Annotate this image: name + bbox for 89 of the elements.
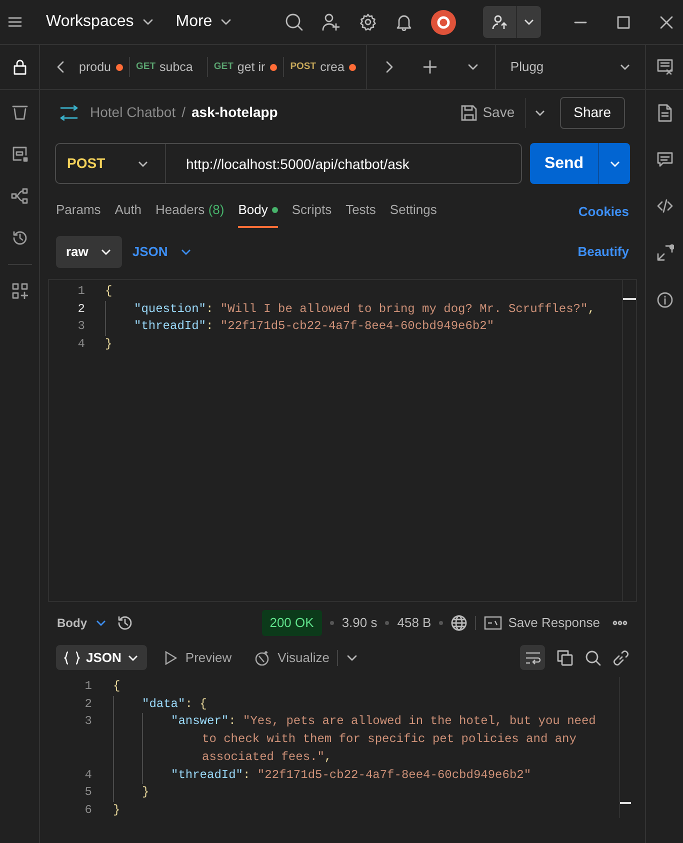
bell-icon[interactable] xyxy=(396,13,412,31)
wrap-lines-icon xyxy=(524,650,540,664)
code-line: { xyxy=(113,678,122,695)
add-widget-icon[interactable] xyxy=(12,283,28,299)
language-dropdown[interactable]: JSON xyxy=(132,242,192,262)
format-dropdown[interactable]: JSON xyxy=(56,645,148,670)
line-number: 1 xyxy=(76,283,85,300)
info-icon[interactable] xyxy=(656,292,672,308)
menu-icon[interactable] xyxy=(8,16,22,28)
code-line: } xyxy=(105,336,114,354)
code-line: } xyxy=(142,784,150,802)
document-icon[interactable] xyxy=(658,104,672,122)
request-tab[interactable]: Settings xyxy=(390,200,437,228)
menu-button[interactable]: More xyxy=(176,10,232,34)
code-editor[interactable]: 1 { 2 "question": "Will I be allowed to bring my dog? Mr. Scruffles?", 3 "threadId": "22f171d5-cb22-4a7f-8ee4-60cbd949e6b2" 4 } xyxy=(48,279,637,602)
flow-icon[interactable] xyxy=(10,188,28,204)
beautify-link[interactable]: Beautify xyxy=(578,242,629,262)
braces-icon xyxy=(64,650,80,664)
collection-link[interactable]: Hotel Chatbot xyxy=(90,102,176,123)
request-tab[interactable]: GET subca xyxy=(128,57,207,77)
settings-icon[interactable] xyxy=(359,13,377,31)
save-response-button[interactable]: Save Response xyxy=(484,613,600,633)
copy-icon[interactable] xyxy=(557,650,573,666)
line-number: 3 xyxy=(84,713,92,730)
request-tab[interactable]: Headers (8) xyxy=(156,200,224,228)
line-number: 1 xyxy=(84,678,92,695)
search-icon[interactable] xyxy=(585,650,601,666)
environment-dropdown[interactable]: Plugg xyxy=(495,45,645,89)
history-icon[interactable] xyxy=(117,615,133,631)
code-line: "answer": "Yes, pets are allowed in the hotel, but you need to check with them for specific pet policies and any associated fees.", xyxy=(171,713,597,766)
line-number: 6 xyxy=(84,802,92,819)
request-tab[interactable]: POST crea xyxy=(283,57,362,77)
line-number: 3 xyxy=(76,318,85,336)
history-icon[interactable] xyxy=(12,230,28,246)
ring-icon xyxy=(436,14,451,30)
preview-button[interactable]: Preview xyxy=(165,648,232,668)
add-person-icon[interactable] xyxy=(322,13,340,31)
request-name: ask-hotelapp xyxy=(192,103,278,122)
maximize-icon[interactable] xyxy=(617,16,630,28)
globe-icon[interactable] xyxy=(451,615,468,631)
avatar-icon[interactable] xyxy=(431,10,456,34)
play-icon xyxy=(165,650,178,664)
code-line: "threadId": "22f171d5-cb22-4a7f-8ee4-60cbd949e6b2" xyxy=(171,766,532,784)
code-line: "question": "Will I be allowed to bring my dog? Mr. Scruffles?", xyxy=(134,300,596,318)
search-icon[interactable] xyxy=(285,13,303,31)
line-number: 2 xyxy=(76,300,85,318)
window-icon[interactable] xyxy=(12,146,28,162)
line-number: 5 xyxy=(84,784,92,802)
line-number: 4 xyxy=(84,766,92,784)
chevron-left-icon[interactable] xyxy=(57,61,65,73)
code-line: { xyxy=(105,283,114,300)
request-tab[interactable]: Auth xyxy=(114,200,142,228)
wrap-lines-button[interactable] xyxy=(520,645,545,670)
response-time: 3.90 s xyxy=(342,614,378,632)
line-number: 2 xyxy=(84,696,92,713)
url-field[interactable]: POST http://localhost:5000/api/chatbot/ask xyxy=(55,143,522,184)
person-arrow-icon xyxy=(492,14,508,30)
response-view-dropdown[interactable]: Body xyxy=(57,614,107,632)
code-line: "threadId": "22f171d5-cb22-4a7f-8ee4-60cbd949e6b2" xyxy=(134,318,496,336)
code-line: "data": { xyxy=(142,696,208,713)
link-icon[interactable] xyxy=(613,650,629,666)
code-line: } xyxy=(113,802,122,819)
line-number: 4 xyxy=(76,336,85,354)
visualize-icon xyxy=(254,650,270,666)
http-icon xyxy=(60,104,78,120)
request-tab[interactable]: GET get ir xyxy=(206,57,284,77)
comment-icon[interactable] xyxy=(656,152,672,168)
menu-button[interactable]: Workspaces xyxy=(46,10,154,34)
body-mode-dropdown[interactable]: raw xyxy=(56,236,122,268)
cookies-link[interactable]: Cookies xyxy=(578,202,629,228)
bin-icon[interactable] xyxy=(12,104,28,120)
lock-icon[interactable] xyxy=(12,59,26,75)
plus-icon[interactable] xyxy=(423,60,438,74)
request-tab[interactable]: Tests xyxy=(346,200,376,228)
request-tab[interactable]: Body xyxy=(238,200,278,228)
request-tab[interactable]: Scripts xyxy=(292,200,332,228)
visualize-button[interactable]: Visualize xyxy=(254,648,330,668)
request-tab[interactable]: produ xyxy=(79,57,129,77)
method-dropdown[interactable]: POST xyxy=(56,144,166,183)
share-button[interactable]: Share xyxy=(560,96,625,128)
code-icon[interactable] xyxy=(656,198,672,214)
chevron-right-icon[interactable] xyxy=(385,61,394,73)
breadcrumb-separator: / xyxy=(182,103,186,122)
response-size: 458 B xyxy=(397,614,432,632)
save-button[interactable]: Save xyxy=(460,98,526,128)
request-tab[interactable]: Params xyxy=(56,200,101,228)
close-icon[interactable] xyxy=(660,16,673,28)
more-icon[interactable] xyxy=(612,620,628,626)
status-badge: 200 OK xyxy=(262,610,322,636)
